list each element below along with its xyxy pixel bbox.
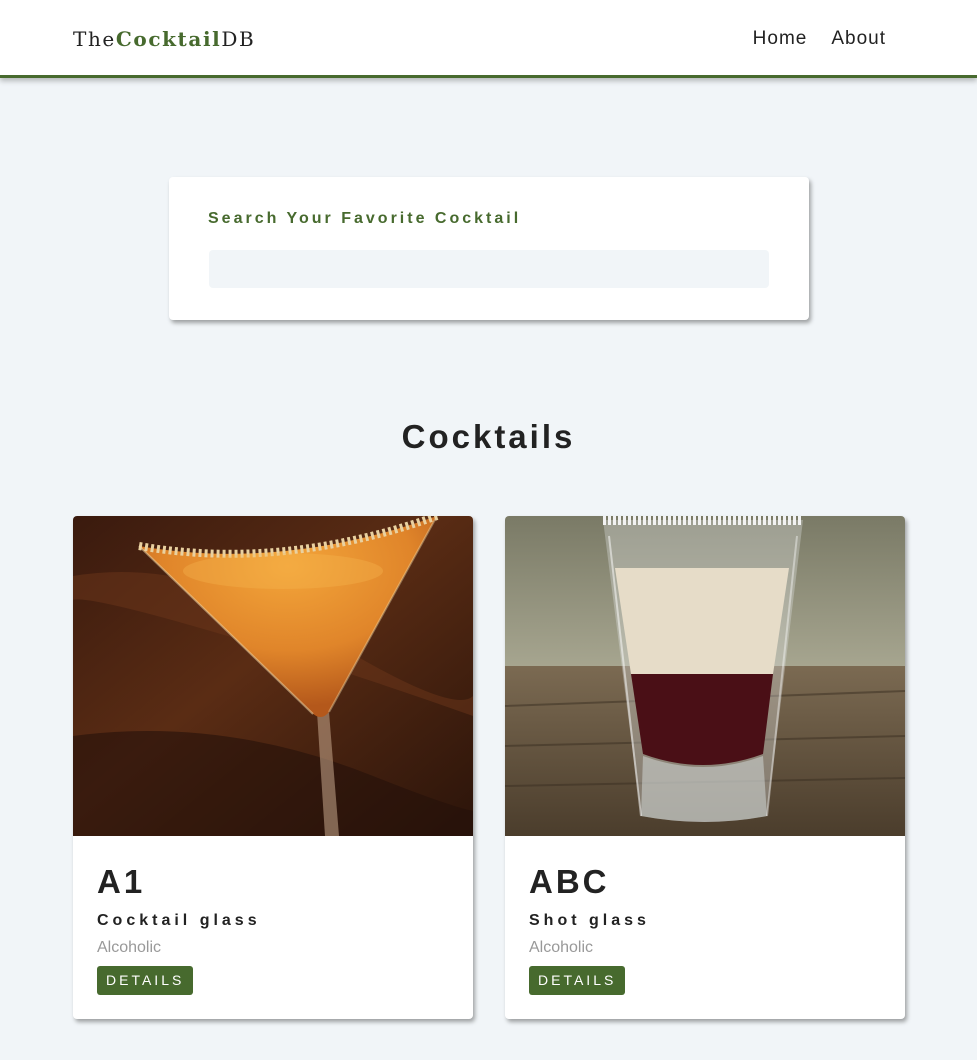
- search-input[interactable]: [209, 250, 769, 288]
- logo-brand: Cocktail: [115, 27, 222, 51]
- shot-glass-image: [505, 516, 905, 836]
- cocktail-name: A1: [97, 863, 146, 900]
- logo[interactable]: TheCocktailDB: [73, 27, 255, 51]
- cocktail-info: Alcoholic: [97, 939, 162, 956]
- cocktail-card: A1 Cocktail glass Alcoholic DETAILS: [73, 516, 473, 1019]
- search-form: Search Your Favorite Cocktail: [169, 177, 809, 320]
- cocktail-glass: Shot glass: [529, 912, 650, 929]
- section-title: Cocktails: [401, 418, 576, 455]
- cocktail-glass: Cocktail glass: [97, 912, 261, 929]
- cocktail-card: ABC Shot glass Alcoholic DETAILS: [505, 516, 905, 1019]
- cocktail-info: Alcoholic: [529, 939, 594, 956]
- search-label: Search Your Favorite Cocktail: [208, 210, 522, 227]
- nav-link-home[interactable]: Home: [753, 28, 808, 50]
- details-button[interactable]: DETAILS: [97, 966, 194, 995]
- nav-link-about[interactable]: About: [831, 28, 886, 50]
- cocktail-name: ABC: [529, 863, 610, 900]
- navbar: TheCocktailDB Home About: [0, 0, 977, 78]
- martini-glass-image: [73, 516, 473, 836]
- details-button[interactable]: DETAILS: [529, 966, 626, 995]
- nav-links: Home About: [753, 28, 886, 50]
- logo-prefix: The: [73, 27, 116, 51]
- logo-suffix: DB: [221, 27, 256, 51]
